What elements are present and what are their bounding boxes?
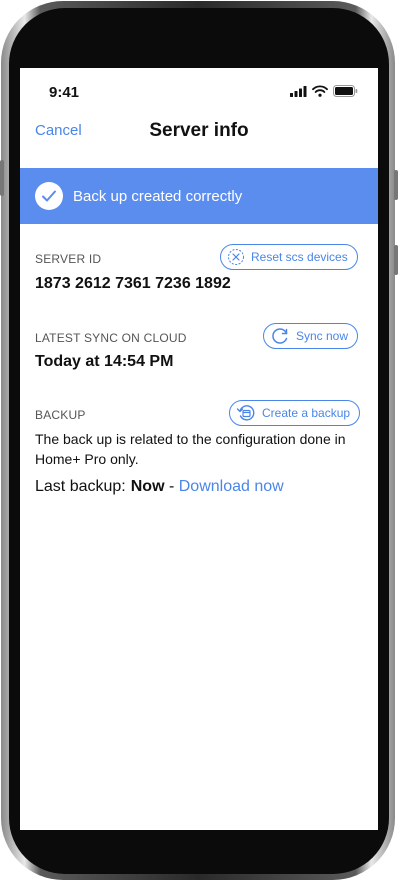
refresh-icon <box>270 326 290 346</box>
latest-sync-label: LATEST SYNC ON CLOUD <box>35 331 187 345</box>
reset-scs-devices-label: Reset scs devices <box>251 250 348 264</box>
status-icons <box>290 85 358 97</box>
battery-icon <box>333 85 358 97</box>
sync-now-button[interactable]: Sync now <box>263 323 359 349</box>
wifi-icon <box>312 85 328 97</box>
last-backup-label: Last backup: <box>35 478 126 495</box>
cancel-button[interactable]: Cancel <box>35 122 82 139</box>
download-now-link[interactable]: Download now <box>179 478 284 495</box>
create-backup-label: Create a backup <box>262 406 351 420</box>
volume-button <box>0 160 4 196</box>
navigation-bar: Server info Cancel <box>20 112 378 152</box>
last-backup-value: Now <box>130 478 165 495</box>
reset-scs-devices-button[interactable]: Reset scs devices <box>220 244 358 270</box>
close-circle-icon <box>227 248 245 266</box>
side-button-lower <box>394 245 398 275</box>
side-button-upper <box>394 170 398 200</box>
server-id-label: SERVER ID <box>35 252 102 266</box>
success-banner: Back up created correctly <box>20 168 378 224</box>
checkmark-icon <box>35 182 63 210</box>
status-bar: 9:41 <box>20 68 378 112</box>
create-backup-button[interactable]: Create a backup <box>229 400 361 426</box>
server-id-value: 1873 2612 7361 7236 1892 <box>35 275 231 292</box>
last-backup-line: Last backup: Now - Download now <box>35 478 284 496</box>
app-screen: 9:41 Server info Cancel Back up created … <box>20 68 378 830</box>
banner-message: Back up created correctly <box>73 188 243 205</box>
sync-now-label: Sync now <box>296 329 349 343</box>
last-backup-separator: - <box>168 478 175 495</box>
signal-icon <box>290 85 307 97</box>
backup-icon <box>236 403 256 423</box>
latest-sync-value: Today at 14:54 PM <box>35 353 174 370</box>
status-time: 9:41 <box>49 84 80 101</box>
backup-description: The back up is related to the configurat… <box>35 431 346 467</box>
backup-label: BACKUP <box>35 408 86 422</box>
